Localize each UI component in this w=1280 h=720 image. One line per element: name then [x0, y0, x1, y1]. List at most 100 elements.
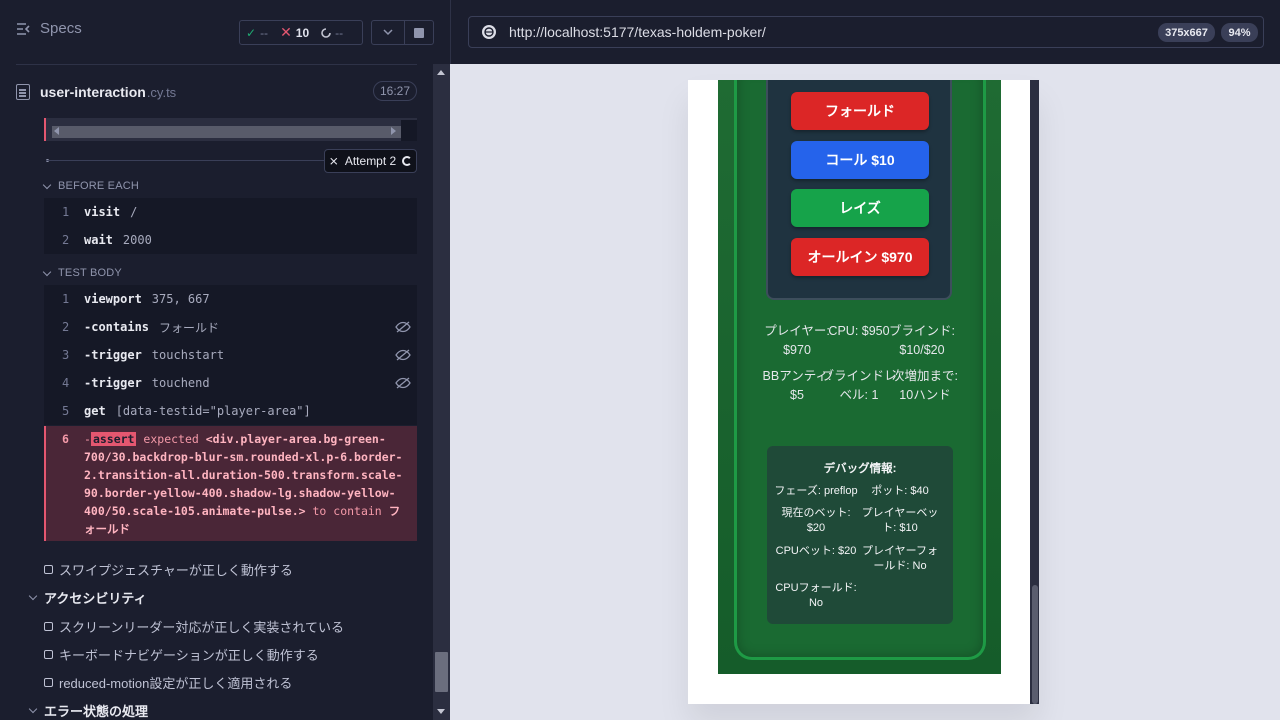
suite-title: アクセシビリティ: [44, 591, 147, 606]
command-arg: 2000: [122, 233, 152, 247]
command-number: 3: [62, 348, 70, 362]
check-icon: ✓: [246, 25, 257, 40]
pending-icon: [321, 27, 331, 38]
collapse-attempt-icon: ⨯: [328, 154, 339, 168]
stop-button[interactable]: [404, 20, 434, 45]
collapse-all-button[interactable]: [371, 20, 405, 45]
command-row[interactable]: 3 -trigger touchstart: [44, 341, 417, 369]
test-title: キーボードナビゲーションが正しく動作する: [59, 648, 319, 663]
hidden-eye-icon: [395, 349, 411, 361]
cypress-runner: Specs ✓ -- ✕ 10 -- user-interaction .cy.…: [0, 0, 1280, 720]
command-arg: touchend: [151, 376, 210, 390]
test-item[interactable]: スワイプジェスチャーが正しく動作する: [44, 560, 293, 579]
chevron-down-icon: [42, 180, 52, 189]
test-title: スクリーンリーダー対応が正しく実装されている: [59, 620, 344, 635]
raise-button[interactable]: レイズ: [791, 189, 929, 227]
fold-button[interactable]: フォールド: [791, 92, 929, 130]
debug-title: デバッグ情報:: [823, 463, 897, 475]
cpu-chips: CPU: $950: [828, 324, 890, 338]
scroll-track[interactable]: [52, 126, 402, 138]
command-arg: [data-testid="player-area"]: [115, 404, 311, 418]
menu-collapse-icon: [17, 22, 30, 35]
command-log: ⨯ Attempt 2 BEFORE EACH 1 visit / 2 wait…: [0, 118, 433, 720]
test-body-commands: 1 viewport 375, 667 2 -contains フォールド 3 …: [44, 285, 417, 425]
command-name: wait: [84, 233, 113, 247]
command-row[interactable]: 1 visit /: [44, 198, 417, 226]
command-row[interactable]: 2 wait 2000: [44, 226, 417, 254]
zoom-badge[interactable]: 94%: [1221, 23, 1258, 42]
test-status-icon: [44, 650, 53, 659]
file-icon: [16, 84, 30, 100]
test-body-hook[interactable]: TEST BODY: [42, 267, 122, 279]
failed-count: 10: [295, 25, 310, 40]
hidden-eye-icon: [395, 377, 411, 389]
pending-count: --: [335, 25, 344, 40]
command-arg: フォールド: [159, 320, 220, 335]
failed-stat: ✕ 10: [274, 24, 315, 41]
assert-expected: expected: [143, 432, 199, 446]
command-name: visit: [84, 205, 121, 219]
command-name: get: [84, 404, 106, 418]
command-number: 2: [62, 233, 70, 247]
command-row[interactable]: 1 viewport 375, 667: [44, 285, 417, 313]
chevron-down-icon: [42, 267, 52, 276]
scroll-up-icon[interactable]: [437, 70, 445, 75]
stop-icon: [414, 27, 424, 38]
suite-item[interactable]: エラー状態の処理: [28, 701, 149, 720]
app-scrollbar[interactable]: [1030, 80, 1039, 704]
allin-button[interactable]: オールイン $970: [791, 238, 929, 276]
test-status-icon: [44, 622, 53, 631]
next-increase: 次増加まで: 10ハンド: [892, 369, 958, 402]
header-divider: [16, 64, 417, 65]
before-each-hook[interactable]: BEFORE EACH: [42, 180, 140, 192]
failed-assert-command[interactable]: 6 - assert expected <div.player-area.bg-g…: [44, 426, 417, 541]
url-bar[interactable]: http://localhost:5177/texas-holdem-poker…: [468, 16, 1264, 48]
pending-stat: --: [315, 26, 349, 40]
attempt-divider: [46, 160, 326, 161]
aut-canvas: フォールド コール $10 レイズ オールイン $970 プレイヤー: $970…: [450, 64, 1280, 720]
viewport-badge[interactable]: 375x667: [1158, 23, 1215, 42]
command-name: -trigger: [84, 348, 142, 362]
debug-player-fold: プレイヤーフォールド: No: [861, 545, 938, 572]
suite-title: エラー状態の処理: [44, 704, 149, 719]
spec-duration: 16:27: [372, 81, 417, 101]
command-name: -contains: [84, 320, 150, 334]
scroll-down-icon[interactable]: [437, 709, 445, 714]
debug-pot: ポット: $40: [871, 485, 929, 497]
command-row[interactable]: 4 -trigger touchend: [44, 369, 417, 397]
assert-to-contain: to contain: [312, 504, 382, 518]
command-arg: /: [130, 205, 138, 219]
command-name: -trigger: [84, 376, 142, 390]
test-item[interactable]: reduced-motion設定が正しく適用される: [44, 673, 292, 692]
test-stats: ✓ -- ✕ 10 --: [239, 20, 363, 45]
app-scroll-thumb[interactable]: [1032, 585, 1038, 704]
scroll-thumb[interactable]: [435, 652, 448, 692]
attempt-tag[interactable]: ⨯ Attempt 2: [324, 149, 417, 173]
command-row[interactable]: 2 -contains フォールド: [44, 313, 417, 341]
specs-button[interactable]: Specs: [16, 20, 82, 37]
command-row[interactable]: 5 get [data-testid="player-area"]: [44, 397, 417, 425]
passed-count: --: [260, 25, 269, 40]
player-chips: プレイヤー: $970: [764, 324, 830, 357]
passed-stat: ✓ --: [240, 26, 274, 40]
specs-label: Specs: [40, 20, 82, 37]
debug-player-bet: プレイヤーベット: $10: [861, 507, 939, 534]
attempt-label: Attempt 2: [344, 154, 397, 168]
call-button[interactable]: コール $10: [791, 141, 929, 179]
scroll-left-icon[interactable]: [54, 127, 59, 135]
suite-item[interactable]: アクセシビリティ: [28, 588, 147, 607]
assert-label: assert: [90, 432, 137, 446]
horizontal-scrollbar[interactable]: [44, 118, 417, 141]
command-number: 2: [62, 320, 70, 334]
hook-title: TEST BODY: [58, 267, 122, 279]
app-viewport: フォールド コール $10 レイズ オールイン $970 プレイヤー: $970…: [688, 80, 1039, 704]
scroll-corner: [401, 120, 417, 141]
scroll-right-icon[interactable]: [391, 127, 396, 135]
test-item[interactable]: キーボードナビゲーションが正しく動作する: [44, 645, 319, 664]
action-panel: フォールド コール $10 レイズ オールイン $970: [766, 80, 952, 300]
command-arg: touchstart: [151, 348, 225, 362]
debug-phase: フェーズ: preflop: [774, 485, 858, 497]
reporter-scrollbar[interactable]: [433, 64, 450, 720]
test-item[interactable]: スクリーンリーダー対応が正しく実装されている: [44, 617, 344, 636]
hook-title: BEFORE EACH: [58, 180, 140, 192]
